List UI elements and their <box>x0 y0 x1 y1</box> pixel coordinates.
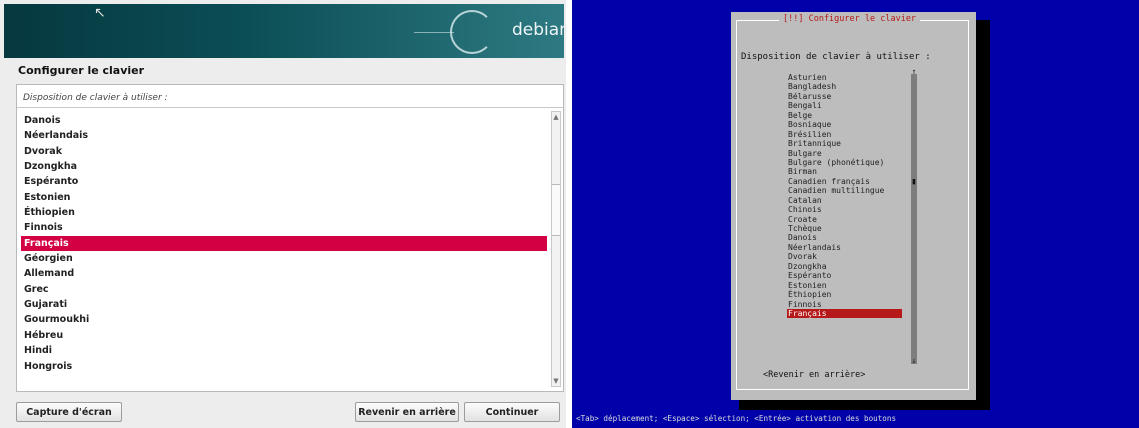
keyboard-layout-list[interactable]: Asturien Bangladesh Bélarusse Bengali Belge B… <box>787 73 905 319</box>
list-item[interactable]: Estonien <box>21 190 547 205</box>
list-item[interactable]: Éthiopien <box>787 290 905 299</box>
scrollbar-thumb[interactable] <box>552 184 560 236</box>
list-item[interactable]: Danois <box>21 113 547 128</box>
list-item[interactable]: Hébreu <box>21 328 547 343</box>
list-item[interactable]: Dvorak <box>21 144 547 159</box>
list-item[interactable]: Dzongkha <box>21 159 547 174</box>
divider <box>17 107 563 108</box>
dialog-title: [!!] Configurer le clavier <box>779 14 921 24</box>
list-item[interactable]: Danois <box>787 233 905 242</box>
page-title: Configurer le clavier <box>18 64 145 77</box>
list-item[interactable]: Finnois <box>787 300 905 309</box>
dialog-shadow <box>739 400 990 410</box>
list-item[interactable]: Français <box>787 308 902 319</box>
list-item[interactable]: Britannique <box>787 139 905 148</box>
layout-prompt: Disposition de clavier à utiliser : <box>741 52 931 62</box>
list-item[interactable]: Allemand <box>21 266 547 281</box>
mouse-pointer-icon: ↖ <box>94 5 106 21</box>
scrollbar-thumb[interactable]: ▮ <box>909 178 919 187</box>
keyboard-layout-list[interactable]: Danois Néerlandais Dvorak Dzongkha Espéranto… <box>21 113 547 383</box>
list-item[interactable]: Bangladesh <box>787 82 905 91</box>
status-bar: <Tab> déplacement; <Espace> sélection; <… <box>576 414 897 423</box>
list-item[interactable]: Bulgare (phonétique) <box>787 158 905 167</box>
dialog-shadow <box>976 20 990 408</box>
list-item[interactable]: Bengali <box>787 101 905 110</box>
list-item[interactable]: Éthiopien <box>21 205 547 220</box>
list-item[interactable]: Chinois <box>787 205 905 214</box>
list-item[interactable]: Bélarusse <box>787 92 905 101</box>
list-item[interactable]: Français <box>21 235 547 252</box>
arrow-up-icon[interactable]: ▲ <box>552 112 560 122</box>
list-item[interactable]: Géorgien <box>21 251 547 266</box>
arrow-down-icon[interactable]: ▼ <box>552 376 560 386</box>
list-item[interactable]: Néerlandais <box>21 128 547 143</box>
list-item[interactable]: Canadien multilingue <box>787 186 905 195</box>
list-item[interactable]: Bulgare <box>787 149 905 158</box>
debian-banner: debian <box>4 4 564 58</box>
list-scrollbar[interactable] <box>911 74 917 364</box>
list-item[interactable]: Néerlandais <box>787 243 905 252</box>
back-button[interactable]: <Revenir en arrière> <box>763 370 865 380</box>
list-item[interactable]: Asturien <box>787 73 905 82</box>
back-button[interactable]: Revenir en arrière <box>355 402 459 422</box>
list-item[interactable]: Estonien <box>787 281 905 290</box>
keyboard-layout-panel: Disposition de clavier à utiliser : Dano… <box>16 84 564 392</box>
text-mode-installer: [!!] Configurer le clavier Disposition d… <box>572 0 1139 428</box>
arrow-up-icon: ↑ <box>911 67 917 76</box>
list-item[interactable]: Croate <box>787 215 905 224</box>
list-item[interactable]: Birman <box>787 167 905 176</box>
list-item[interactable]: Espéranto <box>21 174 547 189</box>
list-item[interactable]: Bosniaque <box>787 120 905 129</box>
keyboard-dialog: [!!] Configurer le clavier Disposition d… <box>731 12 976 400</box>
banner-line <box>414 32 454 33</box>
list-item[interactable]: Belge <box>787 111 905 120</box>
continue-button[interactable]: Continuer <box>464 402 560 422</box>
list-item[interactable]: Finnois <box>21 220 547 235</box>
list-item[interactable]: Dvorak <box>787 252 905 261</box>
list-item[interactable]: Gourmoukhi <box>21 312 547 327</box>
list-item[interactable]: Gujarati <box>21 297 547 312</box>
list-item[interactable]: Tchèque <box>787 224 905 233</box>
layout-prompt: Disposition de clavier à utiliser : <box>23 93 168 103</box>
list-item[interactable]: Dzongkha <box>787 262 905 271</box>
list-item[interactable]: Hindi <box>21 343 547 358</box>
list-item[interactable]: Grec <box>21 282 547 297</box>
list-scrollbar[interactable]: ▲ ▼ <box>551 111 561 387</box>
list-item[interactable]: Canadien français <box>787 177 905 186</box>
list-item[interactable]: Brésilien <box>787 130 905 139</box>
arrow-down-icon: ↓ <box>911 356 917 365</box>
list-item[interactable]: Catalan <box>787 196 905 205</box>
list-item[interactable]: Espéranto <box>787 271 905 280</box>
debian-logo: debian <box>512 20 564 40</box>
graphical-installer: debian ↖ Configurer le clavier Dispositi… <box>0 0 566 428</box>
list-item[interactable]: Hongrois <box>21 359 547 374</box>
screenshot-button[interactable]: Capture d'écran <box>16 402 122 422</box>
debian-swirl-icon <box>450 10 494 54</box>
